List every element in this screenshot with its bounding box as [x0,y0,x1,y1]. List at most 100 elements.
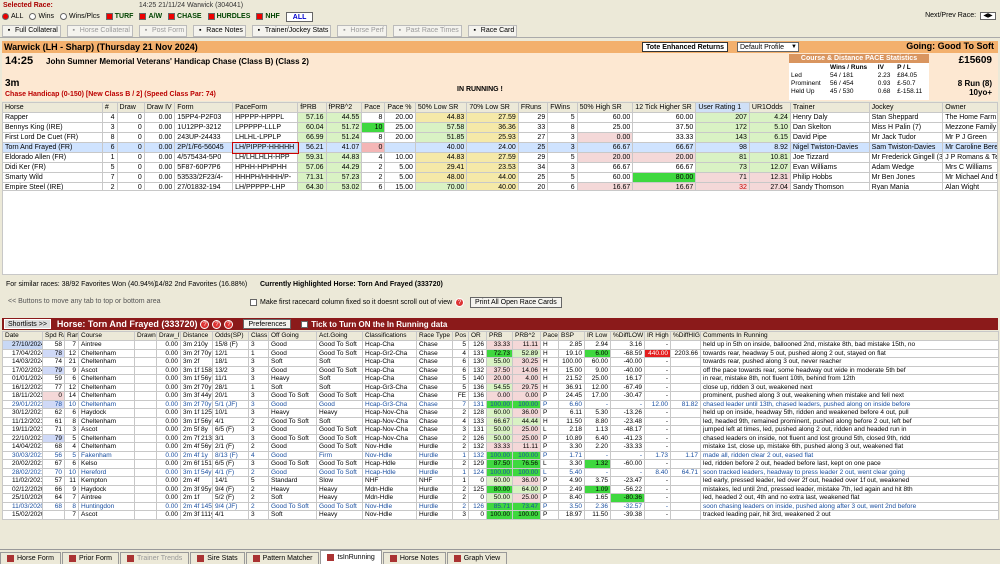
shortlists-button[interactable]: Shortlists >> [4,319,51,329]
column-header[interactable]: Distance [180,331,213,341]
column-header[interactable]: # [101,102,118,113]
fix-column-checkbox[interactable]: Make first racecard column fixed so it d… [250,298,465,307]
radio-icon[interactable] [29,13,37,20]
column-header[interactable]: PaceForm [232,102,299,113]
runner-row[interactable]: Eldorado Allen (FR) 1 0 0.00 4/575434-5P0 LH/… [2,152,998,163]
column-header[interactable]: Jockey [868,102,944,113]
toolbar-trainer-jockey-stats-button[interactable]: ▪ Trainer/Jockey Stats [251,24,332,37]
column-header[interactable]: 12 Tick Higher SR [632,102,697,113]
toolbar-race-card-button[interactable]: ▪ Race Card [467,24,518,37]
tab-pattern-matcher[interactable]: Pattern Matcher [245,552,320,564]
column-header[interactable]: Drawn [134,331,157,341]
filter-a-w[interactable]: A/W [139,13,162,20]
tab-tsinrunning[interactable]: tsInRunning [320,550,382,564]
column-header[interactable]: Draw_IV [156,331,181,341]
column-header[interactable]: Race Type [416,331,453,341]
checkbox-icon[interactable] [256,13,264,20]
form-row[interactable]: 11/12/2021 61 8 Cheltenham 0.00 3m 1f 56y 4/1 2… [2,416,999,426]
form-row[interactable]: 19/11/2021 71 3 Ascot 0.00 2m 5f 8y 6/5 (F) 3 Go… [2,425,999,435]
radio-icon[interactable] [2,13,9,20]
tab-sire-stats[interactable]: Sire Stats [190,552,245,564]
column-header[interactable]: 70% Low SR [466,102,519,113]
checkbox-icon[interactable] [139,13,147,20]
column-header[interactable]: Draw [116,102,145,113]
form-row[interactable]: 01/01/2024 59 6 Cheltenham 0.00 3m 1f 56y 11/1… [2,374,999,384]
form-row[interactable]: 20/02/2021 67 6 Kelso 0.00 2m 6f 151y 6/5 (F) 3… [2,459,999,469]
column-header[interactable]: Act.Going [316,331,363,341]
runner-row[interactable]: Smarty Wild 7 0 0.00 53533/2F23/4- HHHPH/HHHH… [2,172,998,183]
form-row[interactable]: 14/04/2021 68 4 Cheltenham 0.00 2m 4f 56y 2/1 … [2,442,999,452]
column-header[interactable]: Odds(SP) [212,331,249,341]
column-header[interactable]: %DiffLOW [610,331,645,341]
column-header[interactable]: fPRB [297,102,327,113]
runner-row[interactable]: Didi Ker (FR) 5 0 0.00 5F87-60P7P6 HPHH-HPHPH… [2,162,998,173]
column-header[interactable]: Pace % [384,102,416,113]
tab-prior-form[interactable]: Prior Form [61,552,120,564]
runner-row[interactable]: First Lord De Cuet (FR) 8 0 0.00 243UP-24433… [2,132,998,143]
column-header[interactable]: Pos [452,331,469,341]
column-header[interactable]: Horse [2,102,103,113]
column-header[interactable]: Ran [64,331,79,341]
tab-horse-notes[interactable]: Horse Notes [382,552,446,564]
checkbox-icon[interactable] [207,13,215,20]
column-header[interactable]: Owner [942,102,998,113]
column-header[interactable]: User Rating 1 [695,102,750,113]
column-header[interactable]: OR [468,331,487,341]
column-header[interactable]: Off Going [268,331,317,341]
help-icon[interactable]: ? [455,298,465,307]
tab-graph-view[interactable]: Graph View [446,552,508,564]
form-row[interactable]: 30/03/2021 56 5 Fakenham 0.00 2m 4f 1y 8/13 (F… [2,450,999,460]
form-row[interactable]: 27/10/2024 58 7 Aintree 0.00 3m 210y 15/8 (F) 3… [2,340,999,350]
form-row[interactable]: 25/10/2020 64 7 Aintree 0.00 2m 1f 5/2 (F) 2 Sof… [2,493,999,503]
next-prev-arrows-icon[interactable]: ◀▶ [980,12,996,20]
column-header[interactable]: 50% Low SR [414,102,468,113]
toolbar-race-notes-button[interactable]: ▪ Race Notes [193,24,246,37]
filter-nhf[interactable]: NHF [256,13,280,20]
column-header[interactable]: PRB^2 [512,331,541,341]
form-row[interactable]: 22/10/2021 79 5 Cheltenham 0.00 2m 7f 213y 3/1… [2,433,999,443]
column-header[interactable]: Trainer [789,102,870,113]
column-header[interactable]: Pace [540,331,559,341]
column-header[interactable]: Pace [361,102,386,113]
checkbox-icon[interactable] [250,298,257,306]
tab-horse-form[interactable]: Horse Form [0,552,61,564]
filter-all[interactable]: ALL [2,13,23,20]
toolbar-horse-perf-button[interactable]: ▪ Horse Perf [337,24,387,37]
column-header[interactable]: Date [2,331,43,341]
column-header[interactable]: Course [78,331,135,341]
column-header[interactable]: Classifications [362,331,417,341]
runner-row[interactable]: Rapper 4 0 0.00 15PP4-P2F03 HPPPP-HPPPL 57.16 4… [2,112,998,123]
column-header[interactable]: 50% High SR [576,102,634,113]
print-all-button[interactable]: Print All Open Race Cards [470,297,562,308]
radio-icon[interactable] [60,13,68,20]
preferences-button[interactable]: Preferences [243,319,292,329]
next-prev-race[interactable]: Next/Prev Race: ◀▶ [925,12,996,20]
filter-chase[interactable]: CHASE [168,13,202,20]
column-header[interactable]: PRB [486,331,513,341]
in-running-toggle[interactable]: Tick to Turn ON the In Running data [301,320,447,329]
filter-turf[interactable]: TURF [105,13,133,20]
tote-enhanced-returns-button[interactable]: Tote Enhanced Returns [642,42,729,52]
column-header[interactable]: Form [174,102,234,113]
column-header[interactable]: %DiffHIGH [670,331,701,341]
column-header[interactable]: UR1Odds [748,102,791,113]
all-button[interactable]: ALL [285,11,314,22]
form-row[interactable]: 15/02/2020 7 Ascot 0.00 2m 3f 111y 4/1 3 Soft He… [2,510,999,520]
profile-select[interactable]: Default Profile ▼ [737,42,799,52]
checkbox-icon[interactable] [301,320,309,328]
form-row[interactable]: 18/11/2023 0 14 Cheltenham 0.00 3m 3f 44y 20/1… [2,391,999,401]
toolbar-past-race-times-button[interactable]: ▪ Past Race Times [392,24,462,37]
runner-row[interactable]: Torn And Frayed (FR) 6 0 0.00 2P/1/F6-56045 L… [2,141,998,154]
form-row[interactable]: 11/02/2021 57 11 Kempton 0.00 2m 4f 14/1 5 Stand… [2,476,999,486]
form-row[interactable]: 11/03/2020 68 8 Huntingdon 0.00 2m 4f 145y 9/4… [2,501,999,511]
column-header[interactable]: Class [248,331,269,341]
column-header[interactable]: FWins [547,102,578,113]
form-row[interactable]: 17/04/2024 78 12 Cheltenham 0.00 3m 2f 70y 12/… [2,348,999,358]
filter-wins-plcs[interactable]: Wins/Plcs [60,13,100,20]
help-icon[interactable]: ? [224,319,234,329]
form-row[interactable]: 16/12/2023 77 12 Cheltenham 0.00 3m 2f 70y 28/… [2,382,999,392]
column-header[interactable]: fPRB^2 [325,102,363,113]
column-header[interactable]: BSP [558,331,585,341]
runner-row[interactable]: Bennys King (IRE) 3 0 0.00 1U12PP-3212 LPPPPP… [2,122,998,133]
filter-hurdles[interactable]: HURDLES [207,13,250,20]
